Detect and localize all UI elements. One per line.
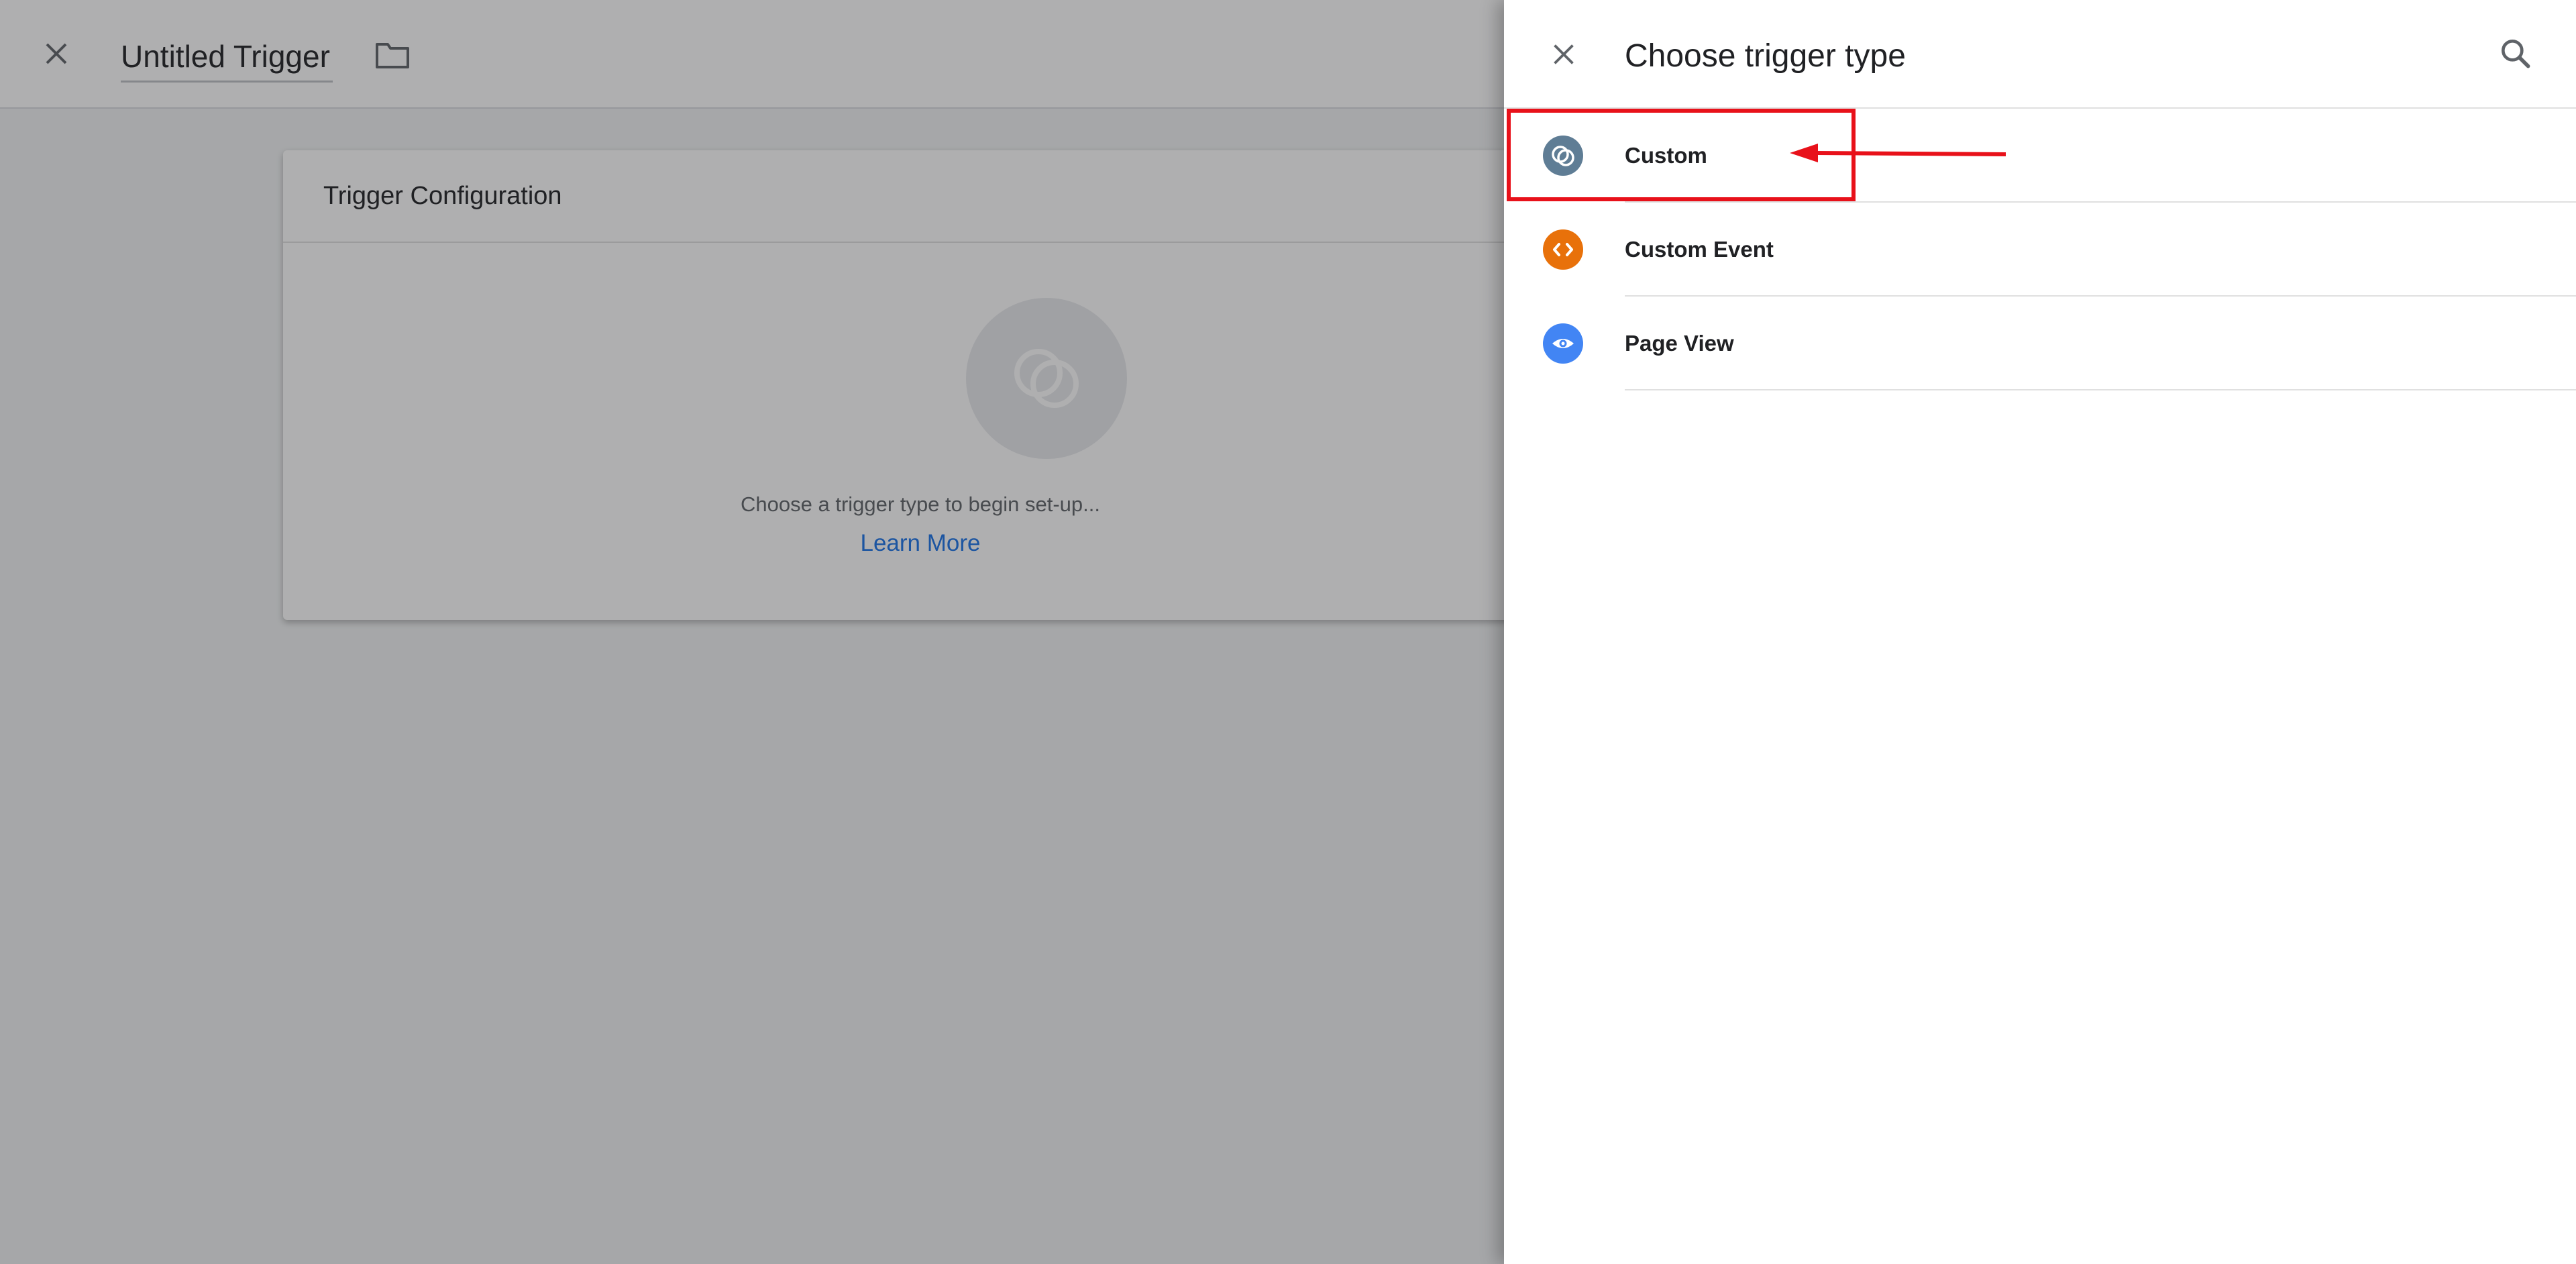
list-divider bbox=[1625, 389, 2576, 390]
search-icon[interactable] bbox=[2497, 35, 2534, 72]
trigger-type-label: Custom bbox=[1625, 143, 1707, 168]
trigger-type-page-view[interactable]: Page View bbox=[1504, 297, 2576, 390]
trigger-type-custom[interactable]: Custom bbox=[1504, 109, 2576, 203]
eye-icon bbox=[1543, 323, 1583, 364]
close-panel-icon[interactable] bbox=[1548, 39, 1579, 70]
trigger-type-custom-event[interactable]: Custom Event bbox=[1504, 203, 2576, 297]
panel-header: Choose trigger type bbox=[1504, 0, 2576, 109]
panel-title: Choose trigger type bbox=[1625, 38, 1906, 74]
trigger-type-label: Custom Event bbox=[1625, 237, 1774, 262]
code-brackets-icon bbox=[1543, 229, 1583, 270]
trigger-type-list: Custom Custom Event Page View bbox=[1504, 109, 2576, 390]
choose-trigger-type-panel: Choose trigger type Custom Custom Event … bbox=[1504, 0, 2576, 1264]
trigger-type-label: Page View bbox=[1625, 331, 1734, 356]
custom-circles-icon bbox=[1543, 136, 1583, 176]
